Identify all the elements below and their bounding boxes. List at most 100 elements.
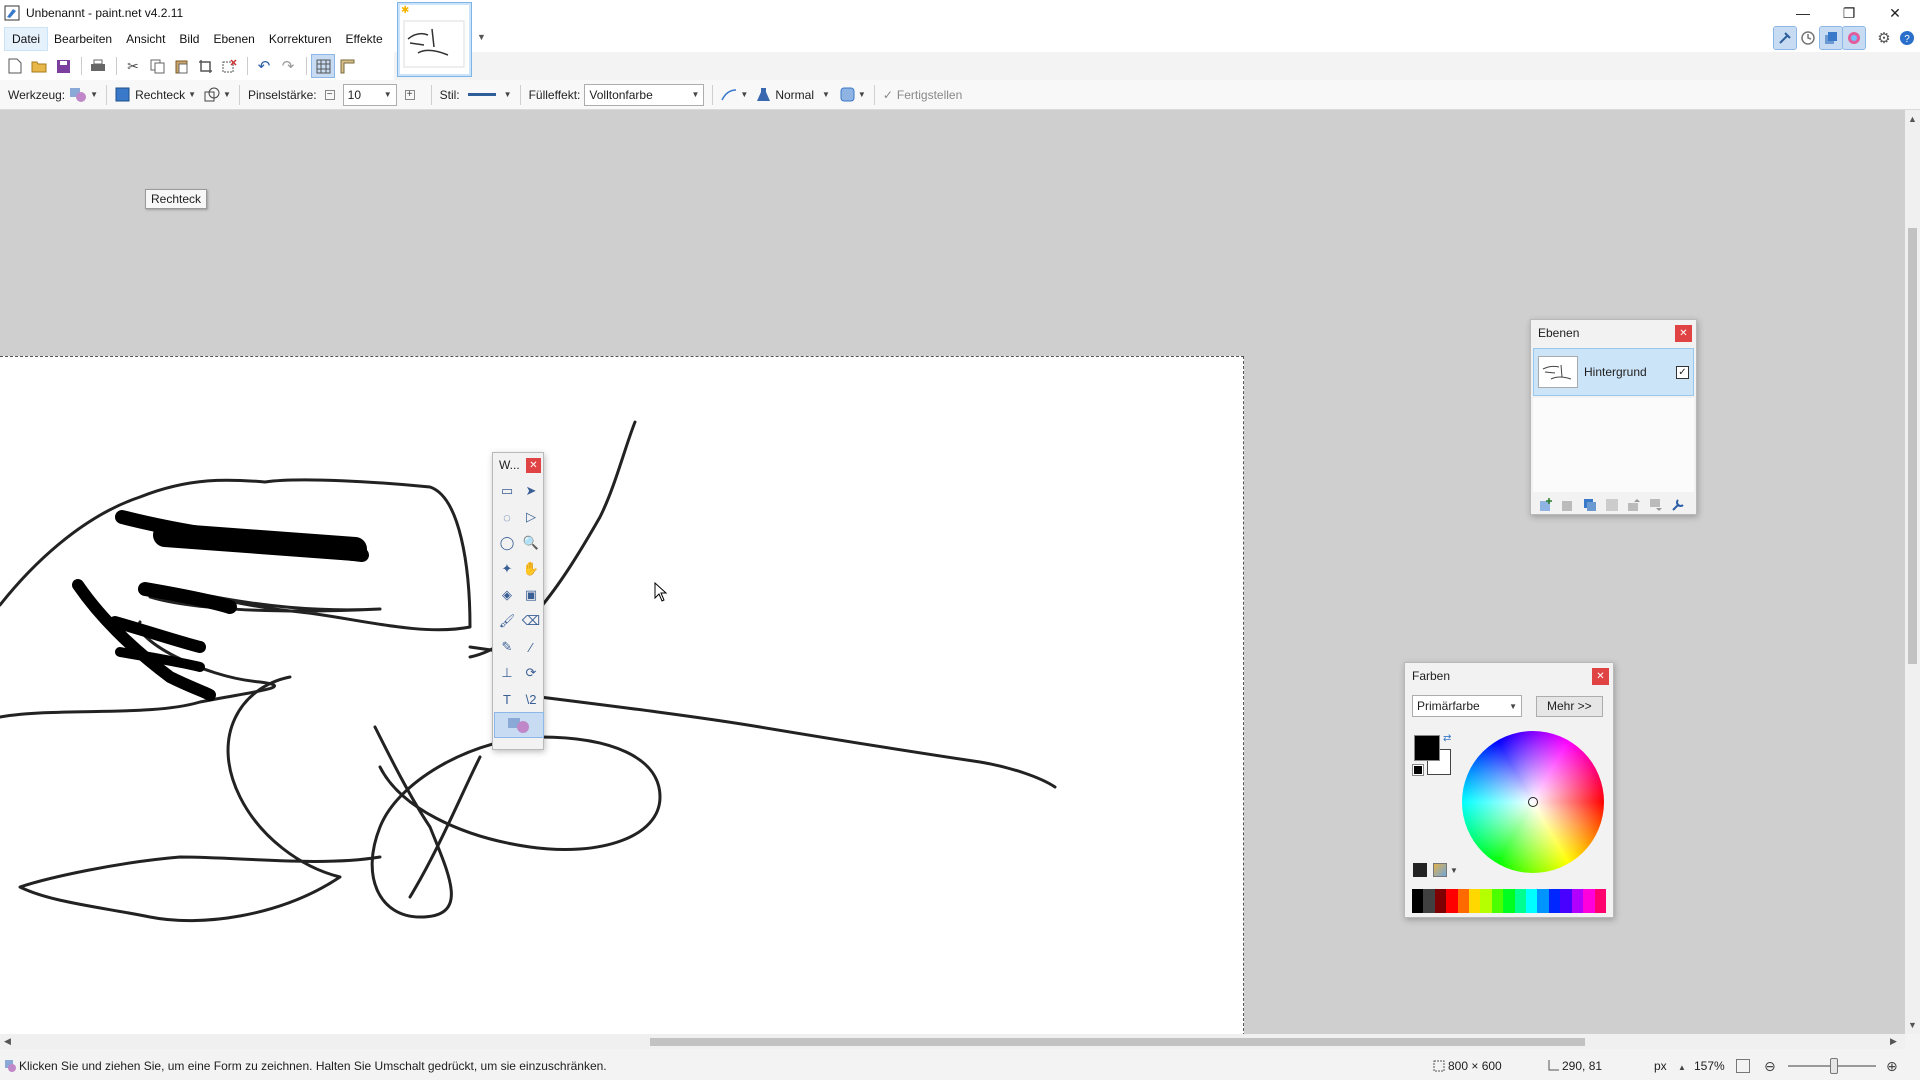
menu-ebenen[interactable]: Ebenen bbox=[206, 28, 261, 50]
move-selected-tool-button[interactable]: ▷ bbox=[519, 505, 543, 529]
gradient-tool-button[interactable]: ▣ bbox=[519, 583, 543, 607]
crop-button[interactable] bbox=[194, 55, 216, 77]
settings-button[interactable]: ⚙ bbox=[1873, 27, 1895, 49]
eraser-tool-button[interactable]: ⌫ bbox=[519, 609, 543, 633]
layers-window-close-button[interactable]: ✕ bbox=[1675, 324, 1692, 342]
zoom-in-icon[interactable]: ⊕ bbox=[1886, 1058, 1898, 1075]
palette-swatch[interactable] bbox=[1537, 889, 1549, 913]
magic-wand-tool-button[interactable]: ✦ bbox=[495, 557, 519, 581]
undo-button[interactable]: ↶ bbox=[253, 55, 275, 77]
finish-button[interactable]: ✓ Fertigstellen bbox=[883, 88, 962, 102]
new-button[interactable] bbox=[4, 55, 26, 77]
zoom-to-window-button[interactable] bbox=[1736, 1059, 1750, 1073]
print-button[interactable] bbox=[87, 55, 109, 77]
rectangle-select-tool-button[interactable]: ▭ bbox=[495, 479, 519, 503]
delete-layer-button[interactable] bbox=[1557, 494, 1579, 516]
paint-bucket-tool-button[interactable]: ◈ bbox=[495, 583, 519, 607]
vertical-scrollbar[interactable]: ▲ ▼ bbox=[1905, 110, 1920, 1034]
tools-window-close-button[interactable]: ✕ bbox=[526, 457, 541, 473]
move-layer-up-button[interactable] bbox=[1623, 494, 1645, 516]
layers-window-toggle[interactable] bbox=[1819, 26, 1843, 50]
layers-window-header[interactable]: Ebenen ✕ bbox=[1531, 320, 1696, 346]
menu-ansicht[interactable]: Ansicht bbox=[119, 28, 172, 50]
more-colors-button[interactable]: Mehr >> bbox=[1536, 695, 1603, 717]
decrease-width-button[interactable]: − bbox=[324, 89, 335, 100]
palette-swatch[interactable] bbox=[1469, 889, 1481, 913]
palette-swatch[interactable] bbox=[1491, 889, 1504, 913]
scroll-left-icon[interactable]: ◀ bbox=[4, 1036, 11, 1047]
menu-korrekturen[interactable]: Korrekturen bbox=[262, 28, 339, 50]
colors-window[interactable]: Farben ✕ Primärfarbe ▼ Mehr >> ⇄ ▼ bbox=[1404, 662, 1614, 918]
menu-datei[interactable]: Datei bbox=[3, 27, 49, 51]
help-button[interactable]: ? bbox=[1896, 27, 1918, 49]
image-tab-thumbnail[interactable]: ✱ bbox=[397, 2, 472, 77]
primary-color-swatch[interactable] bbox=[1414, 735, 1440, 761]
open-button[interactable] bbox=[28, 55, 50, 77]
horizontal-scrollbar[interactable]: ◀ ▶ bbox=[0, 1034, 1905, 1049]
brush-width-input[interactable]: 10 ▼ bbox=[342, 83, 397, 106]
paintbrush-tool-button[interactable]: 🖌 bbox=[495, 609, 519, 633]
save-button[interactable] bbox=[52, 55, 74, 77]
menu-bild[interactable]: Bild bbox=[172, 28, 206, 50]
colors-window-toggle[interactable] bbox=[1842, 26, 1866, 50]
layer-properties-button[interactable] bbox=[1667, 494, 1689, 516]
zoom-value[interactable]: 157% bbox=[1694, 1059, 1725, 1073]
palette-swatch[interactable] bbox=[1594, 889, 1606, 913]
unit-selector[interactable]: px ▲ bbox=[1654, 1059, 1686, 1073]
grid-toggle[interactable] bbox=[311, 54, 335, 78]
palette-swatch[interactable] bbox=[1423, 889, 1435, 913]
palette-swatch[interactable] bbox=[1560, 889, 1572, 913]
minimize-button[interactable]: — bbox=[1780, 0, 1826, 26]
chevron-down-icon[interactable]: ▼ bbox=[1450, 866, 1458, 875]
history-window-toggle[interactable] bbox=[1797, 27, 1819, 49]
fill-select[interactable]: Volltonfarbe ▼ bbox=[584, 83, 705, 106]
zoom-slider-thumb[interactable] bbox=[1830, 1058, 1838, 1074]
shape-draw-type-selector[interactable]: ▼ bbox=[204, 87, 231, 103]
shapes-tool-button[interactable] bbox=[494, 712, 544, 738]
palette-menu-icon[interactable] bbox=[1433, 863, 1447, 877]
palette-swatch[interactable] bbox=[1514, 889, 1527, 913]
scroll-down-icon[interactable]: ▼ bbox=[1908, 1020, 1917, 1030]
line-style-selector[interactable]: ▼ bbox=[464, 90, 512, 99]
palette-swatch[interactable] bbox=[1446, 889, 1458, 913]
scroll-right-icon[interactable]: ▶ bbox=[1890, 1036, 1897, 1047]
paste-button[interactable] bbox=[170, 55, 192, 77]
zoom-out-icon[interactable]: ⊖ bbox=[1764, 1058, 1776, 1075]
color-mode-select[interactable]: Primärfarbe ▼ bbox=[1412, 695, 1522, 717]
menu-bearbeiten[interactable]: Bearbeiten bbox=[47, 28, 119, 50]
color-picker-tool-button[interactable]: ⁄ bbox=[519, 635, 543, 659]
zoom-tool-button[interactable]: 🔍 bbox=[519, 531, 543, 555]
layer-visibility-checkbox[interactable]: ✓ bbox=[1676, 365, 1689, 379]
increase-width-button[interactable]: + bbox=[404, 89, 415, 100]
tools-window-header[interactable]: W... ✕ bbox=[493, 453, 543, 477]
move-layer-down-button[interactable] bbox=[1645, 494, 1667, 516]
colors-window-header[interactable]: Farben ✕ bbox=[1405, 663, 1613, 689]
restore-button[interactable]: ❐ bbox=[1826, 0, 1872, 26]
color-wheel[interactable] bbox=[1462, 731, 1604, 873]
layers-window[interactable]: Ebenen ✕ Hintergrund ✓ bbox=[1530, 319, 1697, 515]
swap-colors-icon[interactable]: ⇄ bbox=[1443, 733, 1451, 744]
palette-swatch[interactable] bbox=[1583, 889, 1595, 913]
horizontal-scroll-thumb[interactable] bbox=[650, 1038, 1585, 1046]
palette-swatch[interactable] bbox=[1480, 889, 1492, 913]
pan-tool-button[interactable]: ✋ bbox=[519, 557, 543, 581]
add-layer-button[interactable] bbox=[1535, 494, 1557, 516]
ellipse-select-tool-button[interactable]: ◯ bbox=[495, 531, 519, 555]
palette-swatch[interactable] bbox=[1571, 889, 1584, 913]
copy-button[interactable] bbox=[146, 55, 168, 77]
workspace[interactable]: Rechteck bbox=[0, 110, 1905, 1034]
color-picker-add-icon[interactable] bbox=[1413, 863, 1427, 877]
vertical-scroll-thumb[interactable] bbox=[1908, 228, 1917, 664]
duplicate-layer-button[interactable] bbox=[1579, 494, 1601, 516]
tools-window-toggle[interactable] bbox=[1773, 26, 1797, 50]
redo-button[interactable]: ↷ bbox=[277, 55, 299, 77]
color-wheel-marker[interactable] bbox=[1528, 797, 1538, 807]
merge-layer-button[interactable] bbox=[1601, 494, 1623, 516]
line-curve-tool-button[interactable]: \2 bbox=[519, 687, 543, 711]
text-tool-button[interactable]: T bbox=[495, 687, 519, 711]
palette-swatch[interactable] bbox=[1412, 889, 1424, 913]
scroll-up-icon[interactable]: ▲ bbox=[1908, 114, 1917, 124]
tool-selector[interactable]: ▼ bbox=[69, 87, 98, 103]
palette-swatch[interactable] bbox=[1457, 889, 1470, 913]
palette-swatch[interactable] bbox=[1503, 889, 1515, 913]
